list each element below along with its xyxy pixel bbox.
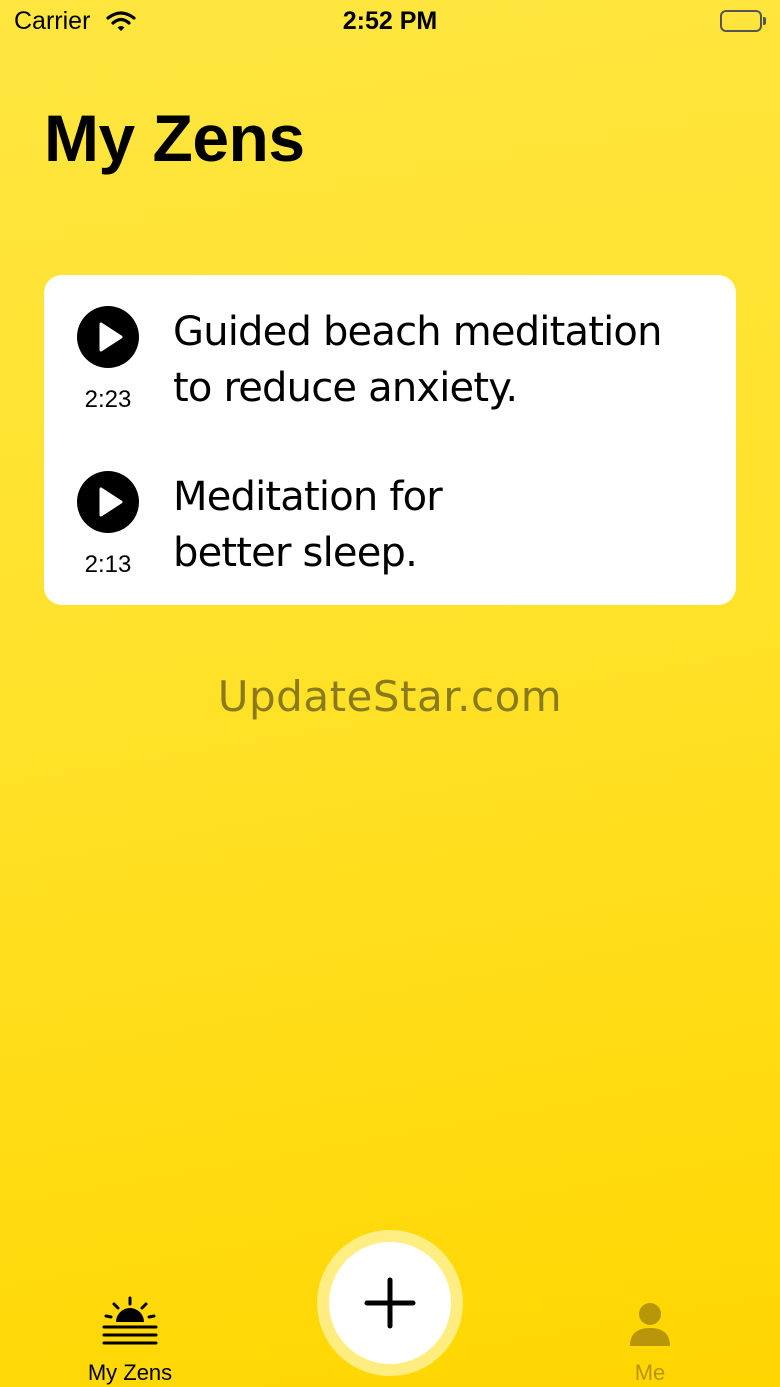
zen-duration: 2:23 xyxy=(84,386,132,413)
clock: 2:52 PM xyxy=(342,7,438,35)
zen-title-line: Guided beach meditation xyxy=(173,309,662,355)
play-icon xyxy=(99,322,123,352)
sunrise-icon xyxy=(101,1296,159,1357)
battery-icon xyxy=(720,10,766,32)
zen-title-line: better sleep. xyxy=(173,530,418,576)
zen-title: Meditation for better sleep. xyxy=(173,469,713,581)
zen-list-item[interactable]: 2:23 Guided beach meditation to reduce a… xyxy=(44,300,736,440)
tab-my-zens[interactable]: My Zens xyxy=(50,1290,210,1387)
tab-label: My Zens xyxy=(87,1360,173,1385)
tab-bar: My Zens Me xyxy=(0,1230,780,1387)
zen-title: Guided beach meditation to reduce anxiet… xyxy=(173,304,713,416)
plus-icon xyxy=(364,1277,416,1329)
tab-me[interactable]: Me xyxy=(570,1290,730,1387)
add-zen-button[interactable] xyxy=(329,1242,451,1364)
zen-title-line: to reduce anxiety. xyxy=(173,365,518,411)
zen-list-card: 2:23 Guided beach meditation to reduce a… xyxy=(44,275,736,605)
page-title: My Zens xyxy=(44,101,305,175)
zen-list-item[interactable]: 2:13 Meditation for better sleep. xyxy=(44,465,736,605)
watermark: UpdateStar.com xyxy=(217,672,563,721)
play-icon xyxy=(99,487,123,517)
zen-title-line: Meditation for xyxy=(173,474,443,520)
play-button[interactable] xyxy=(77,306,139,368)
play-button[interactable] xyxy=(77,471,139,533)
status-bar: Carrier 2:52 PM xyxy=(0,0,780,44)
zen-duration: 2:13 xyxy=(84,551,132,578)
tab-label: Me xyxy=(634,1360,666,1385)
person-icon xyxy=(628,1302,672,1353)
